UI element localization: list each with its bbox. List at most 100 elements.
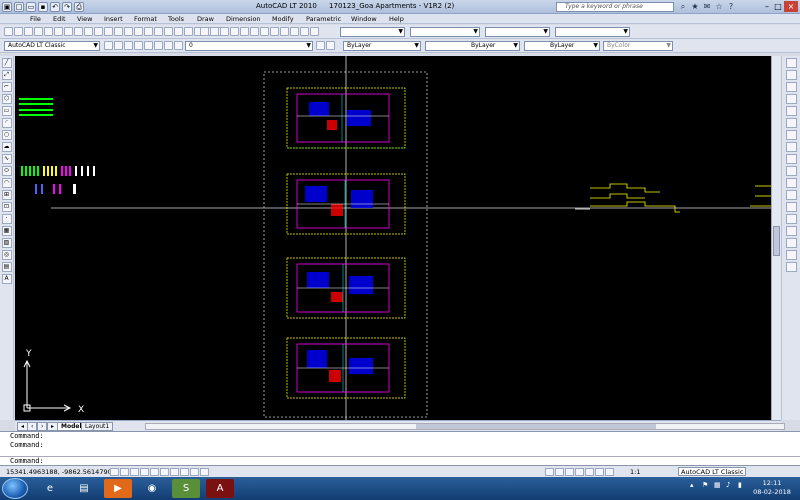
ellipse-arc-icon[interactable]: ◠ <box>1 178 12 188</box>
showmotion-icon[interactable] <box>605 468 614 476</box>
hatch-icon[interactable]: ▦ <box>1 226 12 236</box>
tray-arrow-icon[interactable]: ▴ <box>690 481 698 489</box>
open-file-icon[interactable] <box>14 27 23 36</box>
chamfer-icon[interactable] <box>785 214 797 224</box>
revcloud-icon[interactable]: ☁ <box>1 142 12 152</box>
zoom-window-icon[interactable] <box>144 27 153 36</box>
zoom-realtime-icon[interactable] <box>134 27 143 36</box>
menu-format[interactable]: Format <box>134 15 157 23</box>
move-icon[interactable] <box>785 118 797 128</box>
polyline-icon[interactable]: ⌐ <box>1 82 12 92</box>
menu-dimension[interactable]: Dimension <box>226 15 261 23</box>
rotate-icon[interactable] <box>785 130 797 140</box>
region-icon[interactable] <box>260 27 269 36</box>
tray-battery-icon[interactable]: ▮ <box>738 481 746 489</box>
explode-icon[interactable] <box>785 238 797 248</box>
model-space-icon[interactable] <box>545 468 554 476</box>
drawing-canvas[interactable]: Y X <box>15 56 771 420</box>
lineweight-dropdown[interactable]: ByLayer ▼ <box>524 41 600 51</box>
preview-icon[interactable] <box>44 27 53 36</box>
properties-icon[interactable] <box>164 27 173 36</box>
menu-view[interactable]: View <box>77 15 92 23</box>
ducs-toggle-icon[interactable] <box>170 468 179 476</box>
system-clock[interactable]: 12:11 08-02-2018 <box>748 479 796 497</box>
layer-color-icon[interactable] <box>174 41 183 50</box>
gradient-icon[interactable]: ▧ <box>1 238 12 248</box>
drawing-quickview-icon[interactable] <box>565 468 574 476</box>
table-style-dropdown[interactable]: ▼ <box>485 27 550 37</box>
layer-state-icon[interactable] <box>134 41 143 50</box>
workspace-gear-icon[interactable] <box>114 41 123 50</box>
design-center-icon[interactable] <box>174 27 183 36</box>
text-style-dropdown[interactable]: ▼ <box>340 27 405 37</box>
horizontal-scrollbar[interactable] <box>145 423 785 430</box>
named-views-icon[interactable] <box>240 27 249 36</box>
open-icon[interactable]: ▭ <box>26 2 36 12</box>
layer-previous-icon[interactable] <box>326 41 335 50</box>
status-pan-icon[interactable] <box>575 468 584 476</box>
color-dropdown[interactable]: ByLayer ▼ <box>343 41 421 51</box>
menu-modify[interactable]: Modify <box>272 15 294 23</box>
annotation-scale[interactable]: 1:1 <box>630 468 640 476</box>
table-style-icon[interactable] <box>220 27 229 36</box>
dim-style-dropdown[interactable]: ▼ <box>410 27 480 37</box>
save-file-icon[interactable] <box>24 27 33 36</box>
save-icon[interactable]: ▪ <box>38 2 48 12</box>
rectangle-icon[interactable]: ▭ <box>1 106 12 116</box>
table-icon[interactable]: ▤ <box>1 262 12 272</box>
minimize-icon[interactable]: – <box>762 1 772 12</box>
trim-icon[interactable] <box>785 166 797 176</box>
bulb-icon[interactable] <box>144 41 153 50</box>
linetype-dropdown[interactable]: ByLayer ▼ <box>425 41 520 51</box>
pan-icon[interactable] <box>124 27 133 36</box>
text-style-icon[interactable] <box>200 27 209 36</box>
xref-icon[interactable] <box>290 27 299 36</box>
tray-flag-icon[interactable]: ⚑ <box>702 481 710 489</box>
cut-icon[interactable] <box>64 27 73 36</box>
plotstyle-dropdown[interactable]: ByColor ▼ <box>603 41 673 51</box>
workspace-settings-icon[interactable] <box>104 41 113 50</box>
grid-toggle-icon[interactable] <box>120 468 129 476</box>
steering-wheel-icon[interactable] <box>595 468 604 476</box>
xline-icon[interactable]: ⤢ <box>1 70 12 80</box>
layer-dropdown[interactable]: 0 ▼ <box>185 41 313 51</box>
region-tool-icon[interactable]: ◎ <box>1 250 12 260</box>
dyn-toggle-icon[interactable] <box>180 468 189 476</box>
qp-toggle-icon[interactable] <box>200 468 209 476</box>
make-block-icon[interactable]: ⊡ <box>1 202 12 212</box>
paste-icon[interactable] <box>84 27 93 36</box>
make-current-icon[interactable] <box>316 41 325 50</box>
tray-volume-icon[interactable]: ♪ <box>726 481 734 489</box>
layer-manager-icon[interactable] <box>124 41 133 50</box>
ellipse-icon[interactable]: ⬭ <box>1 166 12 176</box>
redo-tool-icon[interactable] <box>114 27 123 36</box>
insert-block-icon[interactable]: ⊞ <box>1 190 12 200</box>
menu-file[interactable]: File <box>30 15 41 23</box>
maximize-icon[interactable]: □ <box>773 1 783 12</box>
osnap-toggle-icon[interactable] <box>150 468 159 476</box>
vertical-scrollbar[interactable] <box>771 56 781 420</box>
qnew-icon[interactable] <box>4 27 13 36</box>
redo-icon[interactable]: ↷ <box>62 2 72 12</box>
sticky-icon[interactable]: S <box>172 479 200 498</box>
lock-icon[interactable] <box>164 41 173 50</box>
copy-object-icon[interactable] <box>785 70 797 80</box>
block-icon[interactable] <box>270 27 279 36</box>
menu-edit[interactable]: Edit <box>53 15 66 23</box>
chrome-icon[interactable]: ◉ <box>138 479 166 498</box>
mirror-icon[interactable] <box>785 82 797 92</box>
communication-icon[interactable]: ✉ <box>702 2 712 12</box>
copy-icon[interactable] <box>74 27 83 36</box>
hyperlink-icon[interactable] <box>310 27 319 36</box>
help-icon[interactable]: ? <box>726 2 736 12</box>
arc-icon[interactable]: ◜ <box>1 118 12 128</box>
erase-icon[interactable] <box>785 58 797 68</box>
menu-parametric[interactable]: Parametric <box>306 15 341 23</box>
mtext-icon[interactable]: A <box>1 274 12 284</box>
ie-icon[interactable]: e <box>36 479 64 498</box>
vertical-scroll-thumb[interactable] <box>773 226 780 256</box>
menu-draw[interactable]: Draw <box>197 15 214 23</box>
close-icon[interactable]: × <box>784 1 798 12</box>
snap-toggle-icon[interactable] <box>110 468 119 476</box>
start-button[interactable] <box>2 478 28 499</box>
